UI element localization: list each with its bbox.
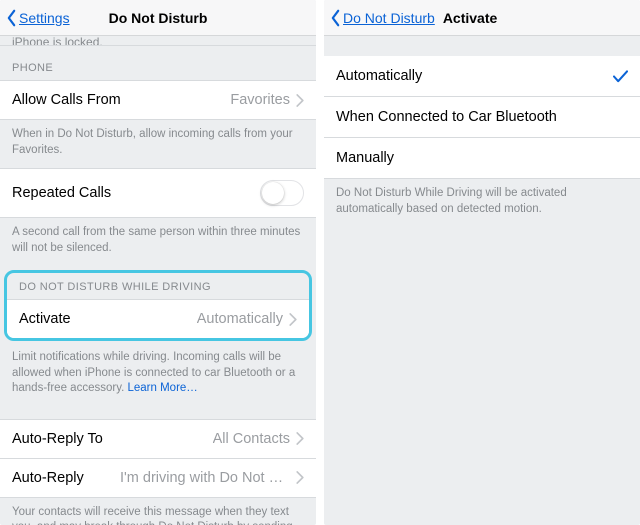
row-repeated-calls[interactable]: Repeated Calls: [0, 168, 316, 218]
back-label: Do Not Disturb: [343, 10, 435, 26]
left-scroll[interactable]: iPhone is locked. PHONE Allow Calls From…: [0, 36, 316, 525]
row-value: I'm driving with Do Not Distu…: [120, 470, 290, 486]
nav-title: Do Not Disturb: [109, 10, 208, 26]
right-scroll[interactable]: Automatically When Connected to Car Blue…: [324, 36, 640, 525]
checkmark-icon: [613, 70, 628, 83]
row-label: Allow Calls From: [12, 92, 230, 108]
settings-pane-activate: Do Not Disturb Activate Automatically Wh…: [324, 0, 640, 525]
footer-allow-calls: When in Do Not Disturb, allow incoming c…: [0, 120, 316, 168]
toggle-repeated-calls[interactable]: [260, 180, 304, 206]
section-header-phone: PHONE: [0, 46, 316, 80]
row-value: All Contacts: [213, 431, 290, 447]
chevron-right-icon: [296, 94, 304, 107]
row-value: Automatically: [197, 311, 283, 327]
footer-activate: Do Not Disturb While Driving will be act…: [324, 179, 640, 227]
truncated-footer-text: iPhone is locked.: [0, 36, 316, 46]
learn-more-link[interactable]: Learn More…: [127, 382, 197, 394]
navbar: Do Not Disturb Activate: [324, 0, 640, 36]
option-automatically[interactable]: Automatically: [324, 56, 640, 97]
option-label: Automatically: [336, 68, 613, 84]
row-value: Favorites: [230, 92, 290, 108]
row-allow-calls-from[interactable]: Allow Calls From Favorites: [0, 80, 316, 120]
row-label: Repeated Calls: [12, 185, 260, 201]
chevron-right-icon: [296, 432, 304, 445]
highlighted-section: DO NOT DISTURB WHILE DRIVING Activate Au…: [4, 270, 312, 341]
option-label: Manually: [336, 150, 628, 166]
chevron-right-icon: [296, 471, 304, 484]
chevron-left-icon: [6, 9, 17, 27]
footer-repeated-calls: A second call from the same person withi…: [0, 218, 316, 266]
row-auto-reply[interactable]: Auto-Reply I'm driving with Do Not Distu…: [0, 459, 316, 498]
settings-pane-dnd: Settings Do Not Disturb iPhone is locked…: [0, 0, 316, 525]
navbar: Settings Do Not Disturb: [0, 0, 316, 36]
chevron-left-icon: [330, 9, 341, 27]
option-car-bluetooth[interactable]: When Connected to Car Bluetooth: [324, 97, 640, 138]
chevron-right-icon: [289, 313, 297, 326]
back-button[interactable]: Do Not Disturb: [330, 9, 435, 27]
row-activate[interactable]: Activate Automatically: [7, 299, 309, 338]
footer-dndwd: Limit notifications while driving. Incom…: [0, 343, 316, 407]
section-header-dndwd: DO NOT DISTURB WHILE DRIVING: [7, 273, 309, 299]
row-label: Auto-Reply To: [12, 431, 213, 447]
option-manually[interactable]: Manually: [324, 138, 640, 179]
option-label: When Connected to Car Bluetooth: [336, 109, 628, 125]
row-label: Activate: [19, 311, 197, 327]
footer-auto-reply: Your contacts will receive this message …: [0, 498, 316, 525]
back-button[interactable]: Settings: [6, 9, 70, 27]
row-label: Auto-Reply: [12, 470, 120, 486]
back-label: Settings: [19, 10, 70, 26]
nav-title: Activate: [443, 10, 497, 26]
row-auto-reply-to[interactable]: Auto-Reply To All Contacts: [0, 419, 316, 459]
